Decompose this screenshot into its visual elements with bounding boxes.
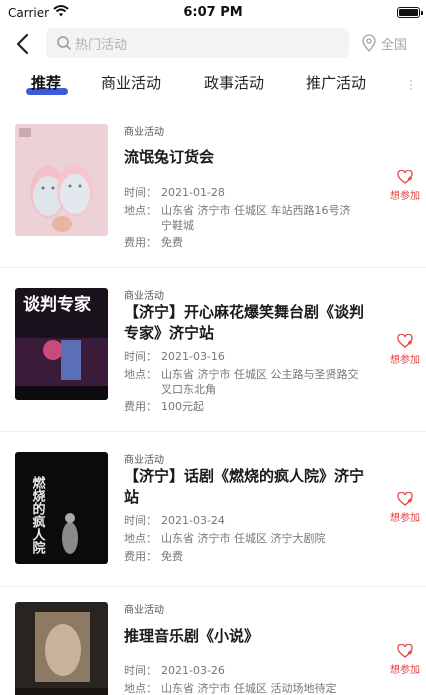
address-label: 地点： — [124, 368, 157, 381]
event-category: 商业活动 — [124, 455, 164, 466]
address-label: 地点： — [124, 682, 157, 695]
want-to-join-button[interactable]: 想参加 — [386, 644, 424, 676]
want-to-join-label: 想参加 — [390, 191, 420, 202]
tabs-overflow-indicator[interactable] — [410, 80, 414, 92]
battery-icon — [397, 7, 423, 18]
want-to-join-button[interactable]: 想参加 — [386, 334, 424, 366]
event-address: 山东省 济宁市 任城区 活动场地待定 — [161, 682, 337, 695]
event-address: 山东省 济宁市 任城区 公主路与圣贤路交叉口东北角 — [161, 368, 359, 396]
event-title: 流氓兔订货会 — [124, 148, 215, 166]
tab-recommended[interactable]: 推荐 — [31, 72, 61, 93]
card-divider — [0, 586, 426, 587]
event-thumbnail — [15, 124, 108, 236]
event-card[interactable]: 商业活动 流氓兔订货会 时间： 2021-01-28 地点： 山东省 济宁市 任… — [0, 110, 426, 268]
fee-label: 费用： — [124, 236, 157, 249]
event-time: 2021-03-24 — [161, 514, 225, 527]
event-thumbnail: 燃烧的疯人院 — [15, 452, 108, 564]
fee-label: 费用： — [124, 550, 157, 563]
burning-asylum-poster-image: 燃烧的疯人院 — [15, 452, 108, 564]
time-label: 时间： — [124, 186, 157, 199]
event-time: 2021-03-16 — [161, 350, 225, 363]
heart-plus-icon — [397, 334, 413, 348]
heart-plus-icon — [397, 170, 413, 184]
event-fee: 免费 — [161, 550, 183, 563]
tab-promotion[interactable]: 推广活动 — [306, 72, 366, 93]
location-pin-icon[interactable] — [361, 34, 377, 52]
time-label: 时间： — [124, 514, 157, 527]
fee-label: 费用： — [124, 400, 157, 413]
event-time: 2021-01-28 — [161, 186, 225, 199]
address-label: 地点： — [124, 532, 157, 545]
want-to-join-label: 想参加 — [390, 665, 420, 676]
heart-plus-icon — [397, 644, 413, 658]
event-category: 商业活动 — [124, 605, 164, 616]
tab-business[interactable]: 商业活动 — [101, 72, 161, 93]
event-fee: 100元起 — [161, 400, 204, 413]
category-tabs: 推荐 商业活动 政事活动 推广活动 — [0, 68, 426, 104]
search-placeholder: 热门活动 — [75, 38, 128, 53]
clock: 6:07 PM — [183, 5, 243, 20]
want-to-join-label: 想参加 — [390, 355, 420, 366]
status-bar: Carrier 6:07 PM — [0, 0, 426, 28]
event-address: 山东省 济宁市 任城区 车站西路16号济宁鞋城 — [161, 204, 351, 232]
card-divider — [0, 267, 426, 268]
event-category: 商业活动 — [124, 127, 164, 138]
heart-plus-icon — [397, 492, 413, 506]
top-nav: 热门活动 全国 — [0, 28, 426, 60]
event-card[interactable]: 燃烧的疯人院 商业活动 【济宁】话剧《燃烧的疯人院》济宁站 时间： 2021-0… — [0, 438, 426, 588]
search-bar[interactable]: 热门活动 — [46, 28, 349, 58]
event-card[interactable]: 谈判专家 商业活动 【济宁】开心麻花爆笑舞台剧《谈判专家》济宁站 时间： 202… — [0, 274, 426, 432]
tab-government[interactable]: 政事活动 — [204, 72, 264, 93]
address-label: 地点： — [124, 204, 157, 217]
want-to-join-label: 想参加 — [390, 513, 420, 524]
want-to-join-button[interactable]: 想参加 — [386, 170, 424, 202]
pink-slippers-image — [15, 124, 108, 236]
card-divider — [0, 431, 426, 432]
time-label: 时间： — [124, 350, 157, 363]
event-time: 2021-03-26 — [161, 664, 225, 677]
event-title: 推理音乐剧《小说》 — [124, 627, 260, 645]
location-selector[interactable]: 全国 — [381, 34, 407, 53]
time-label: 时间： — [124, 664, 157, 677]
novel-musical-poster-image — [15, 602, 108, 695]
poster-title: 谈判专家 — [23, 294, 91, 315]
event-title: 【济宁】话剧《燃烧的疯人院》济宁站 — [124, 467, 365, 506]
negotiator-poster-image: 谈判专家 — [15, 288, 108, 400]
poster-title: 燃烧的疯人院 — [30, 475, 46, 555]
search-icon — [57, 36, 71, 50]
event-title: 【济宁】开心麻花爆笑舞台剧《谈判专家》济宁站 — [124, 303, 365, 342]
event-address: 山东省 济宁市 任城区 济宁大剧院 — [161, 532, 326, 545]
event-thumbnail — [15, 602, 108, 695]
event-fee: 免费 — [161, 236, 183, 249]
event-thumbnail: 谈判专家 — [15, 288, 108, 400]
back-arrow-icon[interactable] — [12, 30, 34, 58]
want-to-join-button[interactable]: 想参加 — [386, 492, 424, 524]
event-card[interactable]: 商业活动 推理音乐剧《小说》 时间： 2021-03-26 地点： 山东省 济宁… — [0, 588, 426, 695]
event-category: 商业活动 — [124, 291, 164, 302]
